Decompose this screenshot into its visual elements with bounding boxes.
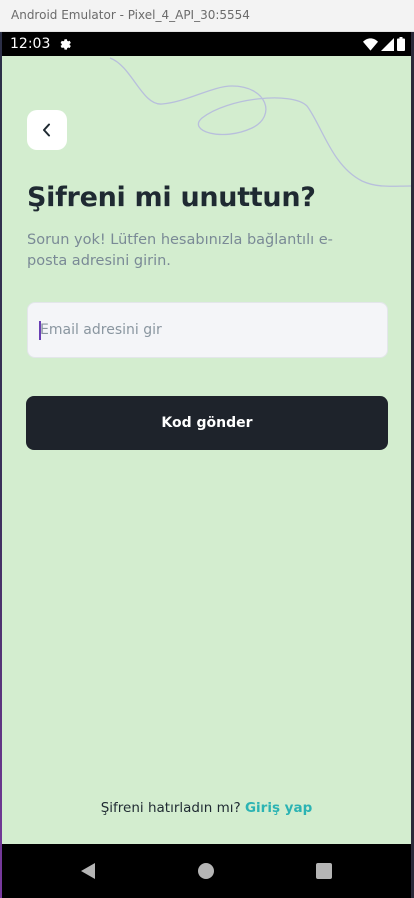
gear-icon: [60, 39, 71, 50]
window-title: Android Emulator - Pixel_4_API_30:5554: [11, 8, 250, 22]
status-bar: 12:03: [2, 32, 411, 56]
login-prompt: Şifreni hatırladın mı? Giriş yap: [2, 800, 411, 816]
home-circle-icon[interactable]: [198, 863, 214, 879]
signal-icon: [381, 37, 394, 51]
recents-square-icon[interactable]: [316, 863, 332, 879]
status-time: 12:03: [10, 36, 51, 52]
login-link[interactable]: Giriş yap: [245, 800, 312, 816]
page-title: Şifreni mi unuttun?: [27, 182, 316, 213]
login-prompt-text: Şifreni hatırladın mı?: [100, 800, 241, 816]
back-triangle-icon[interactable]: [79, 862, 97, 880]
chevron-left-icon: [43, 123, 50, 137]
device-screen: 12:03 Şifreni mi unuttun? Sorun yok! Lüt…: [2, 32, 411, 898]
wifi-icon: [363, 37, 378, 51]
battery-icon: [397, 37, 405, 51]
email-input[interactable]: [27, 302, 388, 358]
emulator-titlebar: Android Emulator - Pixel_4_API_30:5554: [0, 0, 414, 32]
system-icons: [363, 37, 405, 51]
page-subtitle: Sorun yok! Lütfen hesabınızla bağlantılı…: [27, 232, 333, 269]
decorative-doodle: [109, 57, 411, 187]
text-cursor: [39, 321, 41, 340]
send-code-button[interactable]: Kod gönder: [26, 396, 388, 450]
android-nav-bar: [2, 844, 411, 898]
back-button[interactable]: [27, 110, 67, 150]
